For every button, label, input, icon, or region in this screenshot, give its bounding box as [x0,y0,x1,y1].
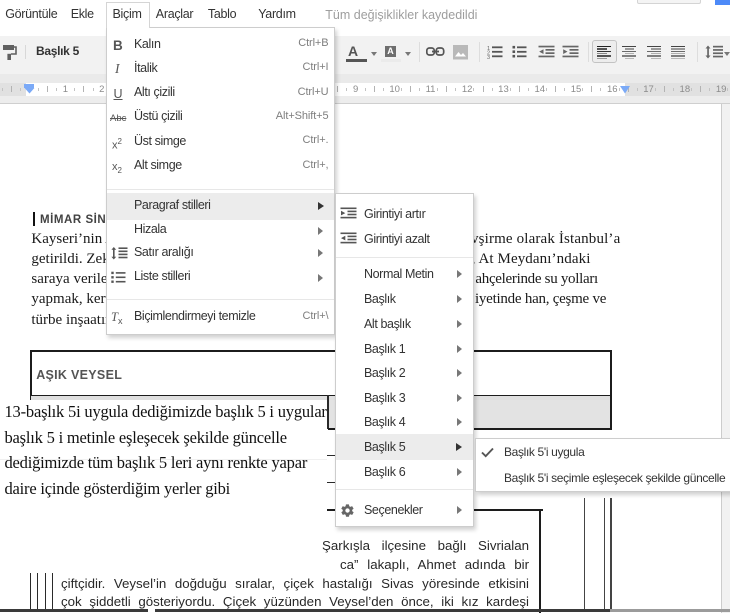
svg-text:3: 3 [487,55,490,59]
